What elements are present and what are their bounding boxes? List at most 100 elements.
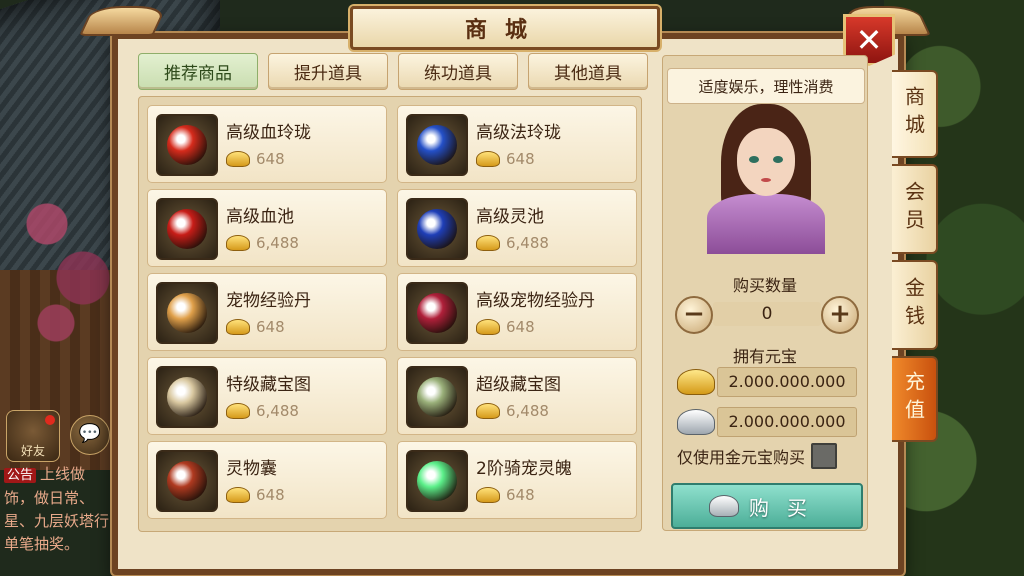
decrease-quantity-button[interactable]: − [675,296,713,334]
green-spirit-orb-icon [406,450,468,512]
item-price-value: 6,488 [256,402,299,420]
increase-quantity-button[interactable]: + [821,296,859,334]
window-title: 商城 [350,6,660,50]
shop-item[interactable]: 高级血池 6,488 [147,189,387,267]
shop-item[interactable]: 灵物囊 648 [147,441,387,519]
item-price-value: 6,488 [506,234,549,252]
gold-ingot-icon [476,151,500,167]
item-price: 6,488 [226,234,299,252]
item-price: 648 [476,486,535,504]
item-name: 高级血玲珑 [226,123,311,143]
category-tabs: 推荐商品 提升道具 练功道具 其他道具 [138,53,648,90]
only-gold-label: 仅使用金元宝购买 [677,448,806,467]
quantity-stepper: − 0 + [675,296,859,334]
quantity-label: 购买数量 [732,276,797,295]
buy-button[interactable]: 购买 [671,483,863,529]
friends-button[interactable]: 好友 [6,410,60,462]
scroll-map-icon [156,366,218,428]
shop-item[interactable]: 2阶骑宠灵魄 648 [397,441,637,519]
item-price-value: 6,488 [506,402,549,420]
side-tab-vip[interactable]: 会员 [892,164,938,254]
silver-ingot-icon [677,409,715,435]
purchase-panel: 适度娱乐，理性消费 购买数量 − 0 + 拥有元宝 2.000.000.000 … [662,55,868,531]
shop-item[interactable]: 高级血玲珑 648 [147,105,387,183]
close-icon: ✕ [855,21,883,59]
blossom-tree [20,170,110,350]
tab-upgrade-items[interactable]: 提升道具 [268,53,388,90]
shop-item[interactable]: 特级藏宝图 6,488 [147,357,387,435]
item-price: 6,488 [226,402,299,420]
item-name: 灵物囊 [226,459,277,479]
tab-recommended[interactable]: 推荐商品 [138,53,258,90]
blue-orb-icon [406,114,468,176]
item-price: 648 [226,486,285,504]
npc-portrait [703,104,829,254]
item-price-value: 648 [506,150,535,168]
gold-ingot-icon [226,319,250,335]
item-price: 6,488 [476,402,549,420]
item-price-value: 6,488 [256,234,299,252]
red-pills-icon [406,282,468,344]
item-price: 648 [476,318,535,336]
side-tab-money[interactable]: 金钱 [892,260,938,350]
framed-map-icon [406,366,468,428]
gold-ingot-icon [226,487,250,503]
notification-dot [45,415,55,425]
gold-ingot-icon [226,151,250,167]
friends-label: 好友 [20,444,45,458]
golden-pills-icon [156,282,218,344]
item-name: 特级藏宝图 [226,375,311,395]
shop-item[interactable]: 高级法玲珑 648 [397,105,637,183]
silver-ingot-icon [709,495,739,517]
item-name: 高级血池 [226,207,294,227]
item-name: 2阶骑宠灵魄 [476,459,572,479]
item-price: 648 [476,150,535,168]
announcement: 公告 上线做饰，做日常、星、九层妖塔行单笔抽奖。 [4,463,112,556]
owned-ingots-label: 拥有元宝 [732,347,797,366]
shop-item[interactable]: 高级宠物经验丹 648 [397,273,637,351]
item-name: 宠物经验丹 [226,291,311,311]
item-price-value: 648 [506,318,535,336]
gold-ingot-icon [677,369,715,395]
blue-pool-orb-icon [406,198,468,260]
buy-label: 购买 [749,495,825,520]
item-price-value: 648 [256,318,285,336]
gold-ingot-icon [476,319,500,335]
shop-item[interactable]: 高级灵池 6,488 [397,189,637,267]
gold-ingot-icon [226,403,250,419]
gold-ingot-row: 2.000.000.000 [677,367,857,397]
item-name: 高级宠物经验丹 [476,291,595,311]
item-price: 648 [226,318,285,336]
item-price-value: 648 [256,150,285,168]
side-tab-shop[interactable]: 商城 [892,70,938,158]
shop-item[interactable]: 宠物经验丹 648 [147,273,387,351]
only-gold-option: 仅使用金元宝购买 [677,443,838,469]
slogan-bubble: 适度娱乐，理性消费 [667,68,865,104]
gold-ingot-icon [476,235,500,251]
item-price-value: 648 [256,486,285,504]
gold-ingot-icon [226,235,250,251]
announcement-tag: 公告 [4,468,37,483]
item-grid: 高级血玲珑 648 高级法玲珑 648 高级血池 6,488 高级灵池 6,488 宠物经验丹 6… [138,96,642,532]
silver-ingot-row: 2.000.000.000 [677,407,857,437]
gold-ingot-icon [476,403,500,419]
shop-item[interactable]: 超级藏宝图 6,488 [397,357,637,435]
pouch-icon [156,450,218,512]
silver-ingot-balance: 2.000.000.000 [717,407,857,437]
red-orb-icon [156,114,218,176]
red-pool-orb-icon [156,198,218,260]
only-gold-checkbox[interactable] [811,443,838,469]
tab-training-items[interactable]: 练功道具 [398,53,518,90]
item-price: 648 [226,150,285,168]
item-price-value: 648 [506,486,535,504]
item-price: 6,488 [476,234,549,252]
quantity-value[interactable]: 0 [713,302,821,326]
chat-button[interactable]: 💬 [70,415,110,455]
gold-ingot-balance: 2.000.000.000 [717,367,857,397]
item-name: 高级法玲珑 [476,123,561,143]
tab-other-items[interactable]: 其他道具 [528,53,648,90]
item-name: 高级灵池 [476,207,544,227]
gold-ingot-icon [476,487,500,503]
side-tab-recharge[interactable]: 充值 [892,356,938,442]
chat-bubble-icon: 💬 [78,423,102,444]
